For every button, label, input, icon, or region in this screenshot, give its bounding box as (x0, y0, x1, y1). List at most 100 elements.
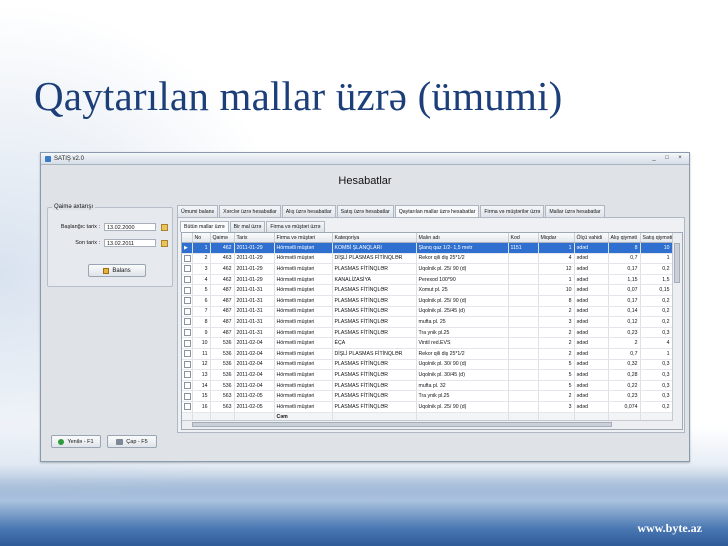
row-checkbox[interactable] (184, 403, 191, 411)
table-row[interactable]: 5 487 2011-01-31 Hörmətli müştəri PLASMAS Fİ… (182, 284, 673, 296)
subtab-single-good[interactable]: Bir mal üzrə (229, 221, 266, 232)
row-checkbox[interactable] (184, 254, 191, 262)
table-cell: 487 (210, 295, 235, 307)
table-cell: PLASMAS FİTİNQLƏR (332, 295, 417, 307)
row-checkbox[interactable] (184, 382, 191, 390)
table-cell: 6 (192, 295, 211, 307)
column-header[interactable]: Ölçü vahidi (574, 233, 609, 243)
column-header[interactable]: No (192, 233, 211, 243)
table-cell: ədəd (574, 242, 609, 254)
table-row[interactable]: 13 536 2011-02-04 Hörmətli müştəri PLASMAS F… (182, 369, 673, 381)
table-cell (182, 274, 193, 286)
table-row[interactable]: 8 487 2011-01-31 Hörmətli müştəri PLASMAS Fİ… (182, 316, 673, 328)
table-cell (182, 327, 193, 339)
table-cell: 1,5 (640, 274, 673, 286)
table-cell: 0,3 (640, 380, 673, 392)
row-checkbox[interactable] (184, 276, 191, 284)
table-cell: ədəd (574, 369, 609, 381)
window-titlebar: SATIŞ v2.0 _ □ × (41, 153, 689, 165)
column-header[interactable]: Alış qiyməti (608, 233, 641, 243)
table-cell: ədəd (574, 401, 609, 413)
table-cell: 2011-01-29 (234, 253, 275, 265)
calendar-icon[interactable] (161, 223, 168, 231)
table-cell (508, 359, 539, 371)
horizontal-scrollbar[interactable] (182, 420, 673, 429)
row-checkbox[interactable] (184, 339, 191, 347)
column-header[interactable]: Kateqoriya (332, 233, 417, 243)
refresh-button[interactable]: Yenilə - F1 (51, 435, 101, 448)
column-header[interactable] (182, 233, 193, 243)
table-row[interactable]: 6 487 2011-01-31 Hörmətli müştəri PLASMAS Fİ… (182, 295, 673, 307)
table-cell: 16 (192, 401, 211, 413)
row-checkbox[interactable] (184, 360, 191, 368)
balance-button-label: Balans (112, 267, 131, 274)
table-cell: Hörmətli müştəri (274, 337, 333, 349)
minimize-icon[interactable]: _ (649, 154, 659, 162)
row-checkbox[interactable] (184, 297, 191, 305)
table-cell: 5 (538, 380, 575, 392)
row-checkbox[interactable] (184, 265, 191, 273)
print-button[interactable]: Çap - F5 (107, 435, 157, 448)
scroll-thumb[interactable] (192, 422, 612, 427)
column-header[interactable]: Satış qiyməti (640, 233, 673, 243)
table-row[interactable]: 10 536 2011-02-04 Hörmətli müştəri ÉÇA Vintil… (182, 337, 673, 349)
start-date-input[interactable]: 13.02.2000 (104, 223, 156, 231)
table-cell: 1 (538, 242, 575, 254)
table-cell: 7 (192, 306, 211, 318)
column-header[interactable]: Malın adı (416, 233, 509, 243)
table-cell: Uqolnik pl. 25/ 90 (d) (416, 401, 509, 413)
table-cell: 2011-02-04 (234, 380, 275, 392)
table-row[interactable]: 12 536 2011-02-04 Hörmətli müştəri PLASMAS F… (182, 359, 673, 371)
close-icon[interactable]: × (675, 154, 685, 162)
end-date-label: Son tarix : (75, 240, 100, 246)
column-header[interactable]: Tarix (234, 233, 275, 243)
column-header[interactable]: Qaimə (210, 233, 235, 243)
vertical-scrollbar[interactable] (672, 233, 682, 429)
table-cell (508, 316, 539, 328)
table-cell: 536 (210, 337, 235, 349)
table-row[interactable]: 3 462 2011-01-29 Hörmətli müştəri PLASMAS Fİ… (182, 263, 673, 275)
scroll-thumb[interactable] (674, 243, 680, 283)
watermark: www.byte.az (637, 521, 702, 535)
table-cell (508, 401, 539, 413)
balance-button[interactable]: Balans (88, 264, 146, 277)
table-row[interactable]: 11 536 2011-02-04 Hörmətli müştəri DİŞLİ PLA… (182, 348, 673, 360)
row-checkbox[interactable] (184, 392, 191, 400)
table-cell: 3 (538, 316, 575, 328)
table-cell: 1151 (508, 242, 539, 254)
column-header[interactable]: Kod (508, 233, 539, 243)
table-cell: 0,7 (608, 253, 641, 265)
slide-title: Qaytarılan mallar üzrə (ümumi) (34, 73, 563, 119)
table-cell: 3 (538, 401, 575, 413)
column-header[interactable]: Firma və müştəri (274, 233, 333, 243)
group-title: Qaimə axtarışı (52, 204, 96, 210)
table-cell: ədəd (574, 263, 609, 275)
table-row[interactable]: 2 463 2011-01-29 Hörmətli müştəri DİŞLİ PLAS… (182, 253, 673, 265)
end-date-input[interactable]: 13.02.2011 (104, 239, 156, 247)
table-cell: ədəd (574, 327, 609, 339)
subtab-firm-customer[interactable]: Firma və müştəri üzrə (266, 221, 325, 232)
table-cell: ədəd (574, 253, 609, 265)
subtab-all-goods[interactable]: Bütün mallar üzrə (180, 221, 229, 232)
table-row[interactable]: 15 563 2011-02-05 Hörmətli müştəri PLASMAS F… (182, 390, 673, 402)
table-row[interactable]: 9 487 2011-01-31 Hörmətli müştəri PLASMAS Fİ… (182, 327, 673, 339)
row-checkbox[interactable] (184, 307, 191, 315)
row-checkbox[interactable] (184, 286, 191, 294)
row-checkbox[interactable] (184, 371, 191, 379)
table-row[interactable]: 4 462 2011-01-29 Hörmətli müştəri KANALİZASİ… (182, 274, 673, 286)
table-row[interactable]: 14 536 2011-02-04 Hörmətli müştəri PLASMAS F… (182, 380, 673, 392)
row-checkbox[interactable] (184, 350, 191, 358)
row-checkbox[interactable] (184, 318, 191, 326)
table-cell: 2 (538, 348, 575, 360)
maximize-icon[interactable]: □ (662, 154, 672, 162)
table-cell: ədəd (574, 295, 609, 307)
table-cell (508, 348, 539, 360)
calendar-icon[interactable] (161, 239, 168, 247)
start-date-row: Başlanğıc tarix : 13.02.2000 (48, 222, 172, 232)
table-row[interactable]: ▶ 1 462 2011-01-29 Hörmətli müştəri KOMBİ ŞLA… (182, 242, 673, 254)
row-checkbox[interactable] (184, 329, 191, 337)
column-header[interactable]: Miqdar (538, 233, 575, 243)
table-row[interactable]: 7 487 2011-01-31 Hörmətli müştəri PLASMAS Fİ… (182, 306, 673, 318)
app-icon (45, 155, 51, 162)
table-row[interactable]: 16 563 2011-02-05 Hörmətli müştəri PLASMAS F… (182, 401, 673, 413)
